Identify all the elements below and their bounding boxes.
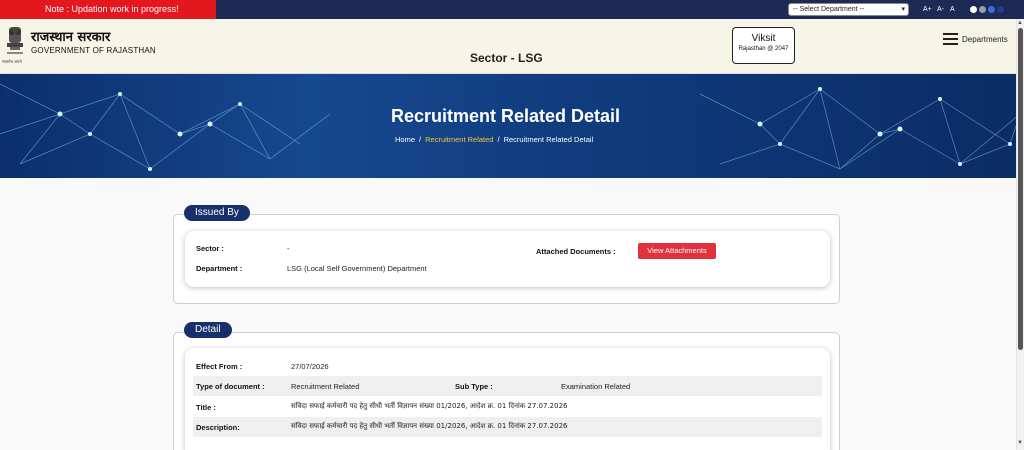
theme-grey-button[interactable] xyxy=(979,6,986,13)
view-attachments-button[interactable]: View Attachments xyxy=(638,243,716,259)
description-value: संविदा सफाई कर्मचारी पद हेतु सीधी भर्ती … xyxy=(291,422,568,430)
department-select-label: -- Select Department -- xyxy=(793,6,865,13)
department-select[interactable]: -- Select Department -- ▾ xyxy=(788,3,909,16)
theme-white-button[interactable] xyxy=(970,6,977,13)
issued-by-heading: Issued By xyxy=(184,205,250,221)
breadcrumb-recruitment-link[interactable]: Recruitment Related xyxy=(425,135,493,144)
scroll-down-icon[interactable]: ▼ xyxy=(1017,440,1023,446)
departments-menu-link[interactable]: Departments xyxy=(962,35,1008,44)
viksit-rajasthan-logo[interactable]: Viksit Rajasthan @ 2047 xyxy=(732,27,795,64)
page-title: Recruitment Related Detail xyxy=(391,106,621,126)
detail-heading: Detail xyxy=(184,322,232,338)
notice-banner: Note : Updation work in progress! xyxy=(0,0,216,19)
document-type-label: Type of document : xyxy=(196,382,265,391)
page-banner: Recruitment Related Detail Home / Recruitm… xyxy=(0,74,1024,178)
font-increase-button[interactable]: A+ xyxy=(923,3,932,16)
font-decrease-button[interactable]: A- xyxy=(937,3,944,16)
sector-title: Sector - LSG xyxy=(470,51,543,65)
font-reset-button[interactable]: A xyxy=(950,3,955,16)
effect-from-label: Effect From : xyxy=(196,362,243,371)
department-label: Department : xyxy=(196,264,243,273)
sub-type-label: Sub Type : xyxy=(455,382,493,391)
emblem-caption: सत्यमेव जयते xyxy=(2,59,22,64)
viksit-subtitle: Rajasthan @ 2047 xyxy=(738,46,789,52)
sub-type-value: Examination Related xyxy=(561,382,631,391)
sector-value: - xyxy=(287,244,290,253)
breadcrumb: Home / Recruitment Related / Recruitment Rel… xyxy=(395,135,594,144)
document-type-value: Recruitment Related xyxy=(291,382,360,391)
attached-documents-label: Attached Documents : xyxy=(536,247,616,256)
title-value: संविदा सफाई कर्मचारी पद हेतु सीधी भर्ती … xyxy=(291,402,568,410)
theme-navy-button[interactable] xyxy=(997,6,1004,13)
state-emblem-icon xyxy=(7,27,23,54)
description-label: Description: xyxy=(196,423,240,432)
brand-english-title: GOVERNMENT OF RAJASTHAN xyxy=(31,46,156,55)
theme-blue-button[interactable] xyxy=(988,6,995,13)
breadcrumb-home-link[interactable]: Home xyxy=(395,135,415,144)
sector-label: Sector : xyxy=(196,244,224,253)
breadcrumb-current: Recruitment Related Detail xyxy=(503,135,594,144)
scrollbar-thumb[interactable] xyxy=(1018,28,1023,350)
hamburger-menu-icon[interactable] xyxy=(943,33,958,45)
chevron-down-icon: ▾ xyxy=(901,6,905,13)
department-value: LSG (Local Self Government) Department xyxy=(287,264,427,273)
scroll-up-icon[interactable]: ▲ xyxy=(1017,20,1023,26)
table-row xyxy=(193,376,822,396)
issued-by-card xyxy=(185,231,830,287)
effect-from-value: 27/07/2026 xyxy=(291,362,329,371)
title-label: Title : xyxy=(196,403,216,412)
site-header: राजस्थान सरकार GOVERNMENT OF RAJASTHAN स… xyxy=(0,19,1024,74)
viksit-title: Viksit xyxy=(751,33,776,44)
brand-hindi-title: राजस्थान सरकार xyxy=(31,30,111,45)
